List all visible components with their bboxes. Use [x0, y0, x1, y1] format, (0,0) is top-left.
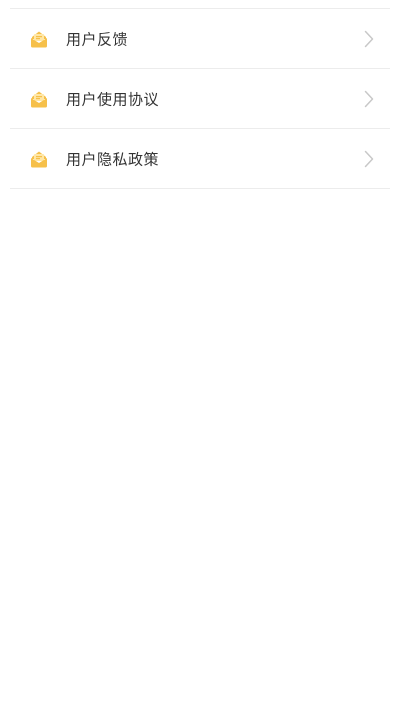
envelope-icon [31, 91, 47, 108]
envelope-icon [31, 31, 47, 48]
menu-list: 用户反馈 用户使用协议 用户隐私政策 [0, 9, 400, 189]
menu-item-label: 用户使用协议 [66, 90, 160, 109]
menu-item-label: 用户反馈 [66, 30, 129, 49]
menu-item-label: 用户隐私政策 [66, 150, 160, 169]
settings-page: 用户反馈 用户使用协议 用户隐私政策 [0, 0, 400, 716]
chevron-right-icon [364, 150, 374, 168]
envelope-icon [31, 151, 47, 168]
menu-item-privacy-policy[interactable]: 用户隐私政策 [0, 129, 400, 189]
chevron-right-icon [364, 90, 374, 108]
menu-item-user-agreement[interactable]: 用户使用协议 [0, 69, 400, 129]
chevron-right-icon [364, 30, 374, 48]
menu-item-user-feedback[interactable]: 用户反馈 [0, 9, 400, 69]
